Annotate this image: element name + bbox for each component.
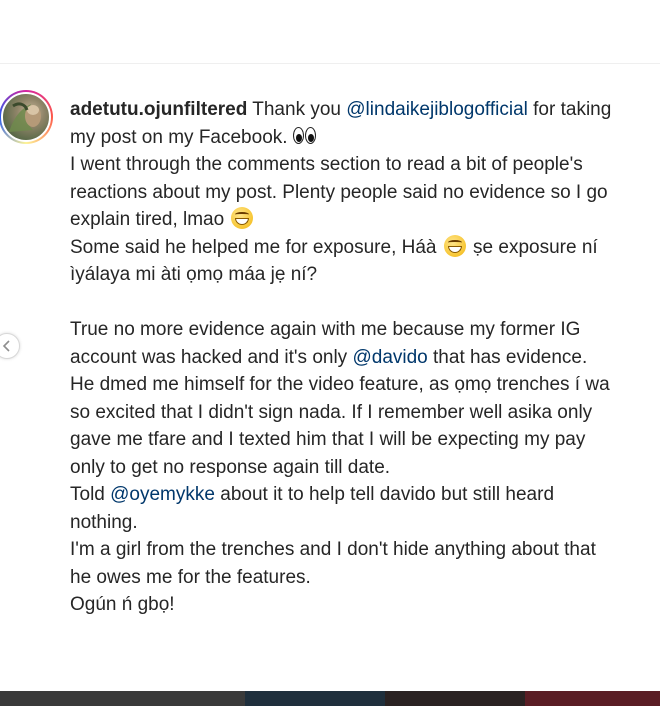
- caption-line-15: nothing.: [70, 511, 138, 533]
- caption-line-4: reactions about my post. Plenty people s…: [70, 181, 608, 203]
- laughing-emoji-icon: [443, 234, 466, 257]
- avatar-image: [9, 102, 41, 132]
- mention-link-oyemykke[interactable]: @oyemykke: [110, 484, 215, 505]
- avatar[interactable]: [1, 92, 51, 142]
- eyes-emoji-icon: [292, 126, 318, 146]
- carousel-prev-button[interactable]: [0, 333, 20, 359]
- caption-line-14: Told @oyemykke about it to help tell dav…: [70, 481, 660, 509]
- thumbnail[interactable]: [0, 691, 245, 706]
- thumbnail[interactable]: [245, 691, 385, 706]
- caption-text: Thank you: [247, 99, 347, 120]
- caption-line-16: I'm a girl from the trenches and I don't…: [70, 539, 596, 560]
- post-caption: adetutu.ojunfiltered Thank you @lindaike…: [70, 96, 660, 619]
- story-ring[interactable]: [0, 90, 53, 144]
- caption-line-13: only to get no response again till date.: [70, 456, 391, 478]
- caption-line-9: account was hacked and it's only @davido…: [70, 344, 660, 372]
- thumbnail[interactable]: [385, 691, 525, 706]
- top-divider: [0, 63, 660, 64]
- chevron-left-icon: [2, 340, 10, 352]
- caption-text: my post on my Facebook.: [70, 126, 288, 148]
- mention-link-lindaikeji[interactable]: @lindaikejiblogofficial: [346, 99, 528, 120]
- caption-line-5: explain tired, lmao: [70, 206, 660, 234]
- caption-line-12: gave me tfare and I texted him that I wi…: [70, 429, 586, 450]
- caption-line-2: my post on my Facebook.: [70, 124, 660, 152]
- caption-text: explain tired, lmao: [70, 209, 225, 230]
- caption-text: account was hacked and it's only: [70, 346, 353, 368]
- caption-text: that has evidence.: [427, 346, 588, 368]
- caption-line-10: He dmed me himself for the video feature…: [70, 374, 610, 395]
- caption-text: about it to help tell davido but still h…: [214, 484, 555, 505]
- caption-text: Some said he helped me for exposure, Háà: [70, 236, 437, 258]
- caption-line-17: he owes me for the features.: [70, 566, 311, 588]
- laughing-emoji-icon: [231, 207, 254, 229]
- caption-text: Told: [70, 484, 111, 505]
- thumbnail[interactable]: [525, 691, 660, 706]
- caption-text: for taking: [527, 99, 612, 120]
- caption-line-8: True no more evidence again with me beca…: [70, 319, 581, 340]
- caption-line-6: Some said he helped me for exposure, Háà…: [70, 234, 660, 262]
- caption-line-3: I went through the comments section to r…: [70, 154, 583, 175]
- caption-text: ṣe exposure ní: [467, 236, 598, 258]
- caption-line-11: so excited that I didn't sign nada. If I…: [70, 401, 593, 423]
- caption-line-18: Ogún ń gbọ!: [70, 594, 175, 615]
- caption-line-1: adetutu.ojunfiltered Thank you @lindaike…: [70, 96, 660, 124]
- mention-link-davido[interactable]: @davido: [352, 347, 427, 368]
- caption-line-7: ìyálaya mi àti ọmọ máa jẹ ní?: [70, 264, 318, 285]
- username-link[interactable]: adetutu.ojunfiltered: [70, 99, 247, 120]
- next-post-thumbnails[interactable]: [0, 691, 660, 706]
